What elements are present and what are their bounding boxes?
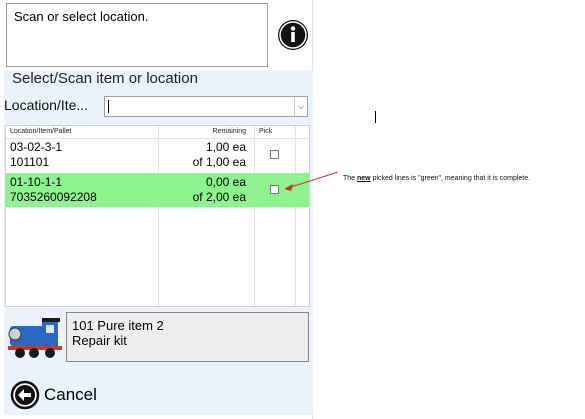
row-remaining: 1,00 ea of 1,00 ea [156, 140, 246, 170]
cancel-label: Cancel [44, 385, 97, 404]
text-cursor [375, 111, 376, 123]
note-emphasis: new [357, 175, 371, 182]
main-panel: Select/Scan item or location Location/It… [4, 70, 313, 415]
message-text: Scan or select location. [14, 9, 149, 24]
chevron-down-icon[interactable]: ⌵ [294, 97, 307, 116]
total-qty: of 2,00 ea [192, 190, 246, 204]
cancel-button[interactable]: Cancel [8, 378, 128, 410]
location-combobox[interactable]: ⌵ [104, 96, 308, 117]
section-title: Select/Scan item or location [12, 70, 198, 87]
pick-checkbox[interactable] [270, 150, 279, 159]
remaining-qty: 0,00 ea [205, 175, 246, 189]
item-code: 101101 [10, 155, 50, 169]
item-code: 7035260092208 [10, 190, 97, 204]
toy-train-image [8, 318, 62, 358]
item-name: 101 Pure item 2 [72, 318, 164, 333]
location-code: 03-02-3-1 [10, 140, 63, 154]
row-remaining: 0,00 ea of 2,00 ea [156, 175, 246, 205]
pick-table: Location/Item/Pallet Remaining Pick 03-0… [5, 125, 310, 307]
back-arrow-icon [10, 380, 40, 410]
info-icon [278, 20, 308, 50]
row-location: 01-10-1-1 7035260092208 [10, 175, 97, 205]
message-box: Scan or select location. [6, 3, 268, 67]
header-location[interactable]: Location/Item/Pallet [10, 128, 71, 135]
total-qty: of 1,00 ea [192, 155, 246, 169]
table-row-complete[interactable]: 01-10-1-1 7035260092208 0,00 ea of 2,00 … [6, 173, 309, 207]
location-label: Location/Ite... [4, 97, 89, 113]
table-row[interactable]: 03-02-3-1 101101 1,00 ea of 1,00 ea [6, 138, 309, 172]
text-caret [108, 100, 109, 113]
item-thumbnail [6, 312, 64, 362]
header-remaining[interactable]: Remaining [156, 128, 246, 135]
note-text: picked lines is "green", meaning that it… [370, 175, 531, 182]
remaining-qty: 1,00 ea [205, 140, 246, 154]
item-description: Repair kit [72, 333, 127, 348]
note-text: The [343, 175, 358, 182]
info-button[interactable] [276, 18, 310, 52]
item-card: 101 Pure item 2 Repair kit [4, 310, 310, 364]
header-pick[interactable]: Pick [259, 128, 272, 135]
location-code: 01-10-1-1 [10, 175, 63, 189]
row-location: 03-02-3-1 101101 [10, 140, 62, 170]
item-info: 101 Pure item 2 Repair kit [66, 312, 309, 362]
scanner-app: Scan or select location. Select/Scan ite… [0, 0, 313, 419]
annotation-note: The new picked lines is "green", meaning… [343, 175, 530, 182]
